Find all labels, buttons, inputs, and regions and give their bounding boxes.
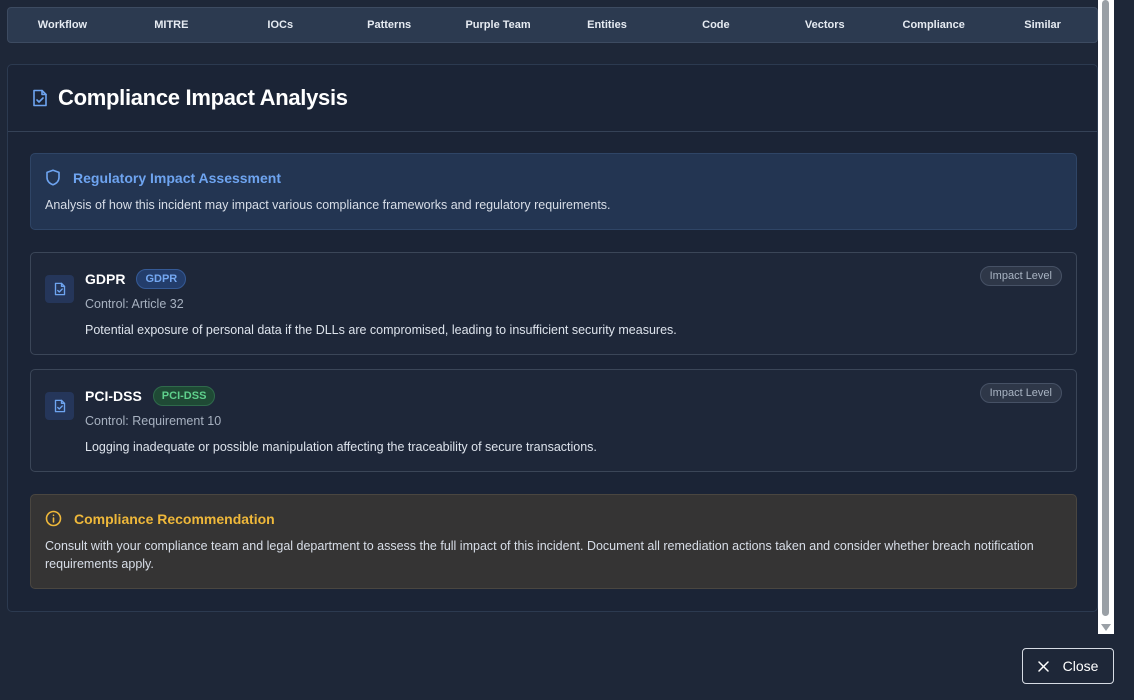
tab-purple-team[interactable]: Purple Team bbox=[444, 8, 553, 42]
framework-description: Potential exposure of personal data if t… bbox=[85, 323, 677, 337]
tab-vectors[interactable]: Vectors bbox=[770, 8, 879, 42]
regulatory-title: Regulatory Impact Assessment bbox=[73, 169, 281, 186]
framework-badge: GDPR bbox=[136, 269, 187, 289]
file-check-icon bbox=[54, 282, 65, 296]
card-icon-box bbox=[45, 275, 74, 303]
file-check-icon bbox=[33, 89, 47, 107]
tab-iocs[interactable]: IOCs bbox=[226, 8, 335, 42]
shield-icon bbox=[46, 169, 60, 186]
compliance-panel: Compliance Impact Analysis Regulatory Im… bbox=[7, 64, 1098, 612]
info-circle-icon bbox=[45, 510, 62, 527]
scroll-down-arrow-icon[interactable] bbox=[1101, 624, 1111, 631]
close-icon bbox=[1037, 660, 1049, 672]
panel-header: Compliance Impact Analysis bbox=[8, 65, 1097, 132]
recommendation-text: Consult with your compliance team and le… bbox=[45, 539, 1034, 571]
framework-name: PCI-DSS bbox=[85, 388, 142, 404]
tab-entities[interactable]: Entities bbox=[553, 8, 662, 42]
framework-control: Control: Article 32 bbox=[85, 297, 184, 311]
impact-level-badge: Impact Level bbox=[979, 383, 1062, 403]
tab-similar[interactable]: Similar bbox=[988, 8, 1097, 42]
tab-patterns[interactable]: Patterns bbox=[335, 8, 444, 42]
regulatory-text: Analysis of how this incident may impact… bbox=[45, 198, 611, 212]
framework-description: Logging inadequate or possible manipulat… bbox=[85, 440, 597, 454]
recommendation-title: Compliance Recommendation bbox=[74, 510, 275, 527]
regulatory-assessment: Regulatory Impact Assessment Analysis of… bbox=[30, 153, 1077, 230]
close-button-label: Close bbox=[1062, 658, 1099, 674]
compliance-recommendation: Compliance Recommendation Consult with y… bbox=[30, 494, 1077, 589]
scrollbar-thumb[interactable] bbox=[1102, 0, 1109, 616]
framework-badge: PCI-DSS bbox=[152, 386, 216, 406]
impact-level-badge: Impact Level bbox=[979, 266, 1062, 286]
file-check-icon bbox=[54, 399, 65, 413]
tab-mitre[interactable]: MITRE bbox=[117, 8, 226, 42]
framework-name: GDPR bbox=[85, 271, 126, 287]
framework-control: Control: Requirement 10 bbox=[85, 414, 222, 428]
tab-compliance[interactable]: Compliance bbox=[879, 8, 988, 42]
scrollbar[interactable] bbox=[1098, 0, 1114, 634]
framework-card-pci-dss: PCI-DSS PCI-DSS Control: Requirement 10 … bbox=[30, 369, 1077, 472]
tab-workflow[interactable]: Workflow bbox=[8, 8, 117, 42]
close-button[interactable]: Close bbox=[1022, 648, 1114, 684]
tab-code[interactable]: Code bbox=[661, 8, 770, 42]
framework-card-gdpr: GDPR GDPR Control: Article 32 Potential … bbox=[30, 252, 1077, 355]
page-title: Compliance Impact Analysis bbox=[58, 85, 348, 110]
tab-bar: Workflow MITRE IOCs Patterns Purple Team… bbox=[7, 7, 1098, 43]
card-icon-box bbox=[45, 392, 74, 420]
